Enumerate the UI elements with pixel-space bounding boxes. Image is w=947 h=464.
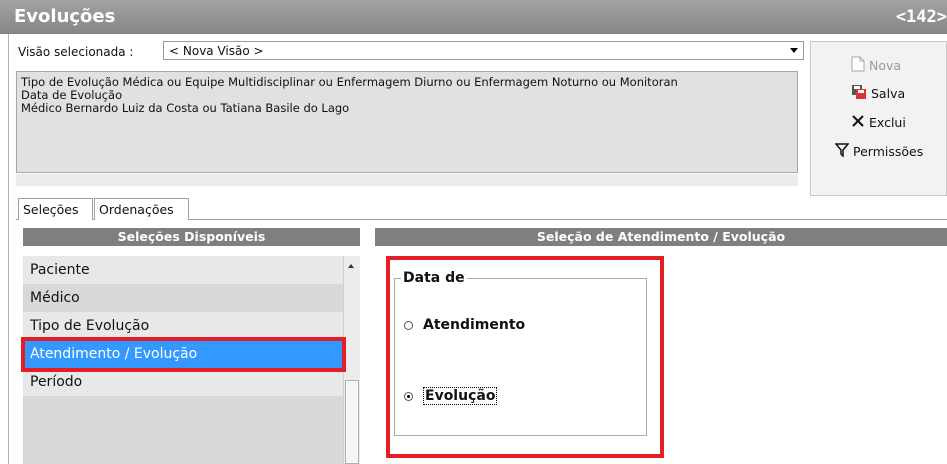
save-icon [851, 84, 867, 103]
criteria-line: Médico Bernardo Luiz da Costa ou Tatiana… [21, 101, 350, 115]
list-item-tipo-evolucao[interactable]: Tipo de Evolução [23, 312, 343, 340]
highlight-selected-item [21, 337, 346, 372]
highlight-date-group [386, 256, 664, 458]
close-icon [851, 114, 865, 131]
criteria-horizontal-scrollbar[interactable] [16, 174, 798, 186]
available-selections-header: Seleções Disponíveis [23, 228, 360, 246]
selection-detail-header: Seleção de Atendimento / Evolução [375, 228, 947, 246]
save-label: Salva [871, 86, 906, 101]
scroll-up-arrow-icon[interactable] [348, 264, 354, 268]
view-label: Visão selecionada : [18, 45, 134, 59]
window-title-bar [0, 0, 947, 34]
window-title: Evoluções [14, 6, 116, 27]
screen-code: <142> [895, 7, 947, 27]
list-item-paciente[interactable]: Paciente [23, 256, 343, 284]
delete-label: Exclui [869, 115, 906, 130]
delete-button[interactable]: Exclui [851, 114, 906, 131]
tab-selecoes[interactable]: Seleções [18, 198, 93, 220]
document-icon [851, 56, 865, 75]
list-item-medico[interactable]: Médico [23, 284, 343, 312]
tab-ordenacoes[interactable]: Ordenações [94, 198, 189, 220]
filter-icon [834, 143, 850, 160]
scroll-thumb[interactable] [345, 380, 359, 464]
chevron-down-icon[interactable] [785, 42, 803, 59]
view-select[interactable]: < Nova Visão > [163, 41, 804, 60]
criteria-textbox[interactable]: Tipo de Evolução Médica ou Equipe Multid… [16, 71, 798, 173]
list-item-periodo[interactable]: Período [23, 368, 343, 396]
criteria-line: Tipo de Evolução Médica ou Equipe Multid… [21, 75, 678, 89]
permissions-label: Permissões [853, 144, 924, 159]
new-label: Nova [869, 58, 902, 73]
view-select-value: < Nova Visão > [169, 44, 264, 58]
permissions-button[interactable]: Permissões [834, 143, 924, 160]
save-button[interactable]: Salva [851, 84, 905, 103]
new-button[interactable]: Nova [851, 56, 901, 75]
action-panel: Nova Salva Exclui Permissões [810, 41, 947, 196]
